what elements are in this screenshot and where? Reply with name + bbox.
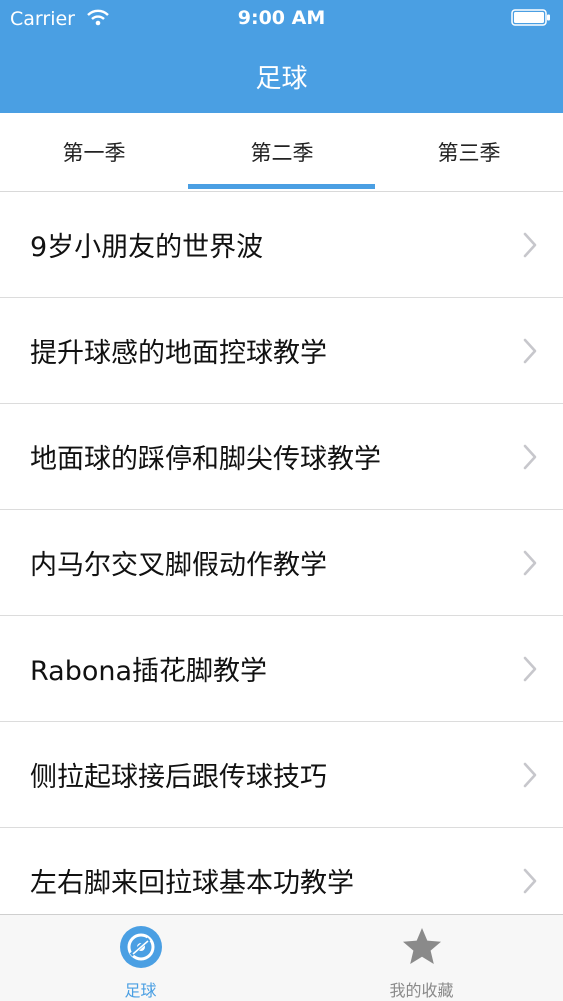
list-item[interactable]: 地面球的踩停和脚尖传球教学 — [0, 404, 563, 510]
list-item-label: 侧拉起球接后跟传球技巧 — [30, 762, 327, 793]
list-item[interactable]: 9岁小朋友的世界波 — [0, 192, 563, 298]
tabbar-item-favorites[interactable]: 我的收藏 — [281, 915, 562, 1001]
list-item-label: 地面球的踩停和脚尖传球教学 — [30, 444, 381, 475]
chevron-right-icon — [523, 762, 537, 787]
tabbar-label-football: 足球 — [124, 981, 157, 1000]
star-icon — [402, 928, 441, 964]
chevron-right-icon — [523, 232, 537, 257]
list-item[interactable]: 内马尔交叉脚假动作教学 — [0, 510, 563, 616]
status-time: 9:00 AM — [237, 7, 326, 29]
list-item-label: 提升球感的地面控球教学 — [30, 338, 327, 369]
list-item-label: 左右脚来回拉球基本功教学 — [30, 868, 354, 899]
status-bar: Carrier 9:00 AM — [0, 0, 563, 38]
battery-icon — [511, 9, 550, 26]
selected-tab-indicator — [188, 184, 375, 189]
list-item-label: 9岁小朋友的世界波 — [30, 232, 264, 263]
chevron-right-icon — [523, 550, 537, 575]
tab-season-2[interactable]: 第二季 — [188, 113, 376, 191]
disc-icon — [119, 926, 162, 968]
tabbar-item-football[interactable]: 足球 — [0, 915, 281, 1001]
chevron-right-icon — [523, 338, 537, 363]
season-segmented-control: 第一季 第二季 第三季 — [0, 113, 563, 192]
list-item-label: 内马尔交叉脚假动作教学 — [30, 550, 327, 581]
tabbar-label-favorites: 我的收藏 — [389, 981, 454, 1000]
tab-season-1[interactable]: 第一季 — [0, 113, 188, 191]
tab-season-3[interactable]: 第三季 — [375, 113, 563, 191]
video-list: 9岁小朋友的世界波 提升球感的地面控球教学 地面球的踩停和脚尖传球教学 内马尔交… — [0, 192, 563, 914]
bottom-tab-bar: 足球 我的收藏 — [0, 914, 563, 1001]
list-item[interactable]: 侧拉起球接后跟传球技巧 — [0, 722, 563, 828]
list-item[interactable]: 提升球感的地面控球教学 — [0, 298, 563, 404]
chevron-right-icon — [523, 868, 537, 893]
list-item[interactable]: Rabona插花脚教学 — [0, 616, 563, 722]
chevron-right-icon — [523, 656, 537, 681]
list-item[interactable]: 左右脚来回拉球基本功教学 — [0, 828, 563, 914]
navigation-header: Carrier 9:00 AM 足球 — [0, 0, 563, 113]
page-title: 足球 — [255, 64, 308, 94]
list-item-label: Rabona插花脚教学 — [30, 656, 268, 687]
chevron-right-icon — [523, 444, 537, 469]
